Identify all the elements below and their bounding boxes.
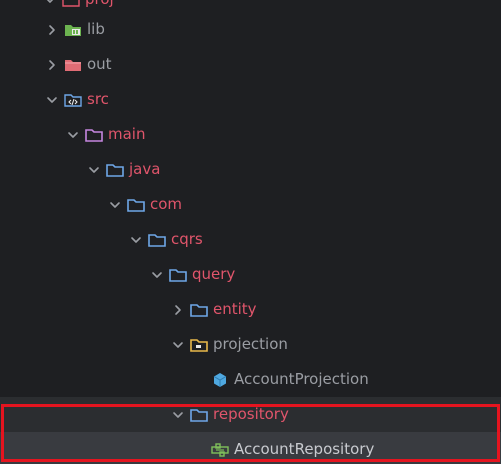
- folder-icon: [148, 232, 166, 248]
- tree-item-query[interactable]: query: [0, 257, 501, 292]
- tree-item-account-projection[interactable]: AccountProjection: [0, 362, 501, 397]
- chevron-down-icon[interactable]: [149, 267, 165, 283]
- tree-item-label: cqrs: [171, 230, 203, 248]
- class-cube-icon: [211, 372, 229, 388]
- tree-item-label: lib: [87, 20, 105, 38]
- tree-item-label: java: [129, 160, 161, 178]
- tree-item-projection[interactable]: projection: [0, 327, 501, 362]
- tree-item-label: AccountProjection: [234, 370, 369, 388]
- project-tree: proj lib out: [0, 0, 501, 464]
- module-folder-icon: [62, 0, 80, 8]
- folder-icon: [127, 197, 145, 213]
- folder-icon: [190, 302, 208, 318]
- chevron-down-icon[interactable]: [170, 407, 186, 423]
- chevron-down-icon[interactable]: [107, 197, 123, 213]
- chevron-right-icon[interactable]: [170, 302, 186, 318]
- folder-icon: [85, 127, 103, 143]
- tree-item-repository[interactable]: repository: [0, 397, 501, 432]
- tree-item-label: repository: [213, 405, 289, 423]
- tree-item-label: entity: [213, 300, 257, 318]
- tree-item-label: src: [87, 90, 109, 108]
- folder-icon: [190, 407, 208, 423]
- chevron-down-icon[interactable]: [170, 337, 186, 353]
- chevron-right-icon[interactable]: [44, 22, 60, 38]
- excluded-folder-icon: [64, 57, 82, 73]
- tree-item-lib[interactable]: lib: [0, 12, 501, 47]
- chevron-down-icon[interactable]: [65, 127, 81, 143]
- tree-item-label: query: [192, 265, 236, 283]
- tree-item-cqrs[interactable]: cqrs: [0, 222, 501, 257]
- source-folder-icon: [64, 92, 82, 108]
- tree-item-label: AccountRepository: [234, 440, 375, 458]
- chevron-down-icon[interactable]: [86, 162, 102, 178]
- library-folder-icon: [64, 22, 82, 38]
- tree-item-label: main: [108, 125, 146, 143]
- chevron-down-icon[interactable]: [44, 92, 60, 108]
- tree-item-java[interactable]: java: [0, 152, 501, 187]
- tree-item-entity[interactable]: entity: [0, 292, 501, 327]
- tree-item-label: com: [150, 195, 183, 213]
- chevron-down-icon[interactable]: [42, 0, 58, 8]
- folder-icon: [106, 162, 124, 178]
- tree-item-src[interactable]: src: [0, 82, 501, 117]
- tree-item-account-repository[interactable]: AccountRepository: [0, 432, 501, 464]
- chevron-right-icon[interactable]: [44, 57, 60, 73]
- folder-icon: [169, 267, 187, 283]
- package-folder-icon: [190, 337, 208, 353]
- tree-item-main[interactable]: main: [0, 117, 501, 152]
- tree-item-out[interactable]: out: [0, 47, 501, 82]
- tree-item-label: out: [87, 55, 112, 73]
- tree-item-label: projection: [213, 335, 288, 353]
- chevron-down-icon[interactable]: [128, 232, 144, 248]
- tree-item-com[interactable]: com: [0, 187, 501, 222]
- interface-repository-icon: [211, 442, 229, 458]
